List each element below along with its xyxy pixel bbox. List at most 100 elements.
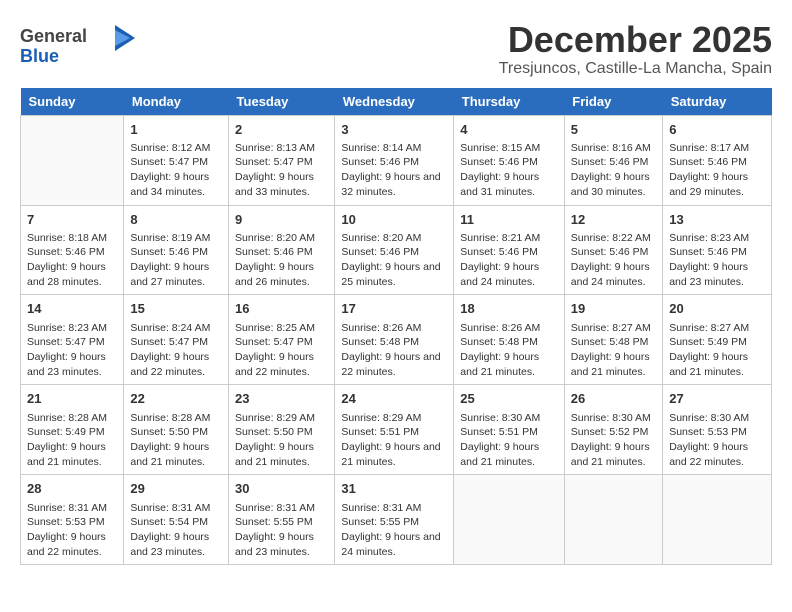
day-number: 26 [571, 390, 656, 408]
day-number: 27 [669, 390, 765, 408]
week-row-2: 7Sunrise: 8:18 AMSunset: 5:46 PMDaylight… [21, 205, 772, 295]
day-cell: 24Sunrise: 8:29 AMSunset: 5:51 PMDayligh… [335, 385, 454, 475]
day-info: Sunrise: 8:28 AMSunset: 5:49 PMDaylight:… [27, 411, 117, 470]
day-number: 31 [341, 480, 447, 498]
day-cell: 22Sunrise: 8:28 AMSunset: 5:50 PMDayligh… [124, 385, 229, 475]
day-cell: 2 Sunrise: 8:13 AMSunset: 5:47 PMDaylight… [229, 115, 335, 205]
day-cell: 10Sunrise: 8:20 AMSunset: 5:46 PMDayligh… [335, 205, 454, 295]
day-info: Sunrise: 8:31 AMSunset: 5:54 PMDaylight:… [130, 501, 222, 560]
day-cell: 11 Sunrise: 8:21 AMSunset: 5:46 PMDayligh… [454, 205, 565, 295]
day-cell: 25 Sunrise: 8:30 AMSunset: 5:51 PMDayligh… [454, 385, 565, 475]
day-cell: 13Sunrise: 8:23 AMSunset: 5:46 PMDayligh… [663, 205, 772, 295]
day-number: 8 [130, 211, 222, 229]
day-info: Sunrise: 8:30 AMSunset: 5:52 PMDaylight:… [571, 411, 656, 470]
col-monday: Monday [124, 88, 229, 116]
day-cell: 4 Sunrise: 8:15 AMSunset: 5:46 PMDaylight… [454, 115, 565, 205]
day-cell: 1 Sunrise: 8:12 AMSunset: 5:47 PMDaylight… [124, 115, 229, 205]
col-friday: Friday [564, 88, 662, 116]
day-info: Sunrise: 8:12 AMSunset: 5:47 PMDaylight:… [130, 141, 222, 200]
day-cell: 30Sunrise: 8:31 AMSunset: 5:55 PMDayligh… [229, 475, 335, 565]
day-number: 21 [27, 390, 117, 408]
day-info: Sunrise: 8:29 AMSunset: 5:50 PMDaylight:… [235, 411, 328, 470]
day-number: 17 [341, 300, 447, 318]
day-info: Sunrise: 8:29 AMSunset: 5:51 PMDaylight:… [341, 411, 447, 470]
day-info: Sunrise: 8:27 AMSunset: 5:48 PMDaylight:… [571, 321, 656, 380]
col-tuesday: Tuesday [229, 88, 335, 116]
day-cell: 28 Sunrise: 8:31 AMSunset: 5:53 PMDayligh… [21, 475, 124, 565]
day-cell: 7Sunrise: 8:18 AMSunset: 5:46 PMDaylight… [21, 205, 124, 295]
week-row-3: 14Sunrise: 8:23 AMSunset: 5:47 PMDayligh… [21, 295, 772, 385]
day-number: 15 [130, 300, 222, 318]
day-number: 30 [235, 480, 328, 498]
day-cell [663, 475, 772, 565]
calendar-table: Sunday Monday Tuesday Wednesday Thursday… [20, 88, 772, 566]
day-number: 19 [571, 300, 656, 318]
day-info: Sunrise: 8:21 AMSunset: 5:46 PMDaylight:… [460, 231, 558, 290]
day-info: Sunrise: 8:30 AMSunset: 5:53 PMDaylight:… [669, 411, 765, 470]
day-cell: 18Sunrise: 8:26 AMSunset: 5:48 PMDayligh… [454, 295, 565, 385]
day-number: 1 [130, 121, 222, 139]
day-number: 6 [669, 121, 765, 139]
week-row-4: 21 Sunrise: 8:28 AMSunset: 5:49 PMDayligh… [21, 385, 772, 475]
day-cell [21, 115, 124, 205]
day-info: Sunrise: 8:24 AMSunset: 5:47 PMDaylight:… [130, 321, 222, 380]
page-header: General Blue December 2025 Tresjuncos, C… [20, 20, 772, 78]
week-row-1: 1 Sunrise: 8:12 AMSunset: 5:47 PMDaylight… [21, 115, 772, 205]
day-number: 20 [669, 300, 765, 318]
week-row-5: 28 Sunrise: 8:31 AMSunset: 5:53 PMDayligh… [21, 475, 772, 565]
day-cell: 20Sunrise: 8:27 AMSunset: 5:49 PMDayligh… [663, 295, 772, 385]
day-info: Sunrise: 8:20 AMSunset: 5:46 PMDaylight:… [235, 231, 328, 290]
col-saturday: Saturday [663, 88, 772, 116]
day-number: 10 [341, 211, 447, 229]
day-info: Sunrise: 8:15 AMSunset: 5:46 PMDaylight:… [460, 141, 558, 200]
day-cell: 9Sunrise: 8:20 AMSunset: 5:46 PMDaylight… [229, 205, 335, 295]
header-row: Sunday Monday Tuesday Wednesday Thursday… [21, 88, 772, 116]
day-number: 11 [460, 211, 558, 229]
day-number: 25 [460, 390, 558, 408]
day-number: 22 [130, 390, 222, 408]
title-section: December 2025 Tresjuncos, Castille-La Ma… [499, 20, 772, 78]
day-number: 12 [571, 211, 656, 229]
day-cell: 27 Sunrise: 8:30 AMSunset: 5:53 PMDayligh… [663, 385, 772, 475]
day-info: Sunrise: 8:23 AMSunset: 5:47 PMDaylight:… [27, 321, 117, 380]
day-number: 5 [571, 121, 656, 139]
day-cell: 23 Sunrise: 8:29 AMSunset: 5:50 PMDayligh… [229, 385, 335, 475]
day-info: Sunrise: 8:26 AMSunset: 5:48 PMDaylight:… [341, 321, 447, 380]
day-cell: 26 Sunrise: 8:30 AMSunset: 5:52 PMDayligh… [564, 385, 662, 475]
day-cell: 21 Sunrise: 8:28 AMSunset: 5:49 PMDayligh… [21, 385, 124, 475]
day-number: 16 [235, 300, 328, 318]
day-number: 29 [130, 480, 222, 498]
day-cell [564, 475, 662, 565]
day-info: Sunrise: 8:31 AMSunset: 5:53 PMDaylight:… [27, 501, 117, 560]
logo-icon: General Blue [20, 20, 140, 70]
day-cell: 17 Sunrise: 8:26 AMSunset: 5:48 PMDayligh… [335, 295, 454, 385]
day-info: Sunrise: 8:13 AMSunset: 5:47 PMDaylight:… [235, 141, 328, 200]
logo: General Blue [20, 20, 140, 70]
day-number: 28 [27, 480, 117, 498]
day-number: 3 [341, 121, 447, 139]
day-info: Sunrise: 8:31 AMSunset: 5:55 PMDaylight:… [341, 501, 447, 560]
day-info: Sunrise: 8:25 AMSunset: 5:47 PMDaylight:… [235, 321, 328, 380]
day-cell [454, 475, 565, 565]
day-cell: 6Sunrise: 8:17 AMSunset: 5:46 PMDaylight… [663, 115, 772, 205]
day-number: 2 [235, 121, 328, 139]
day-number: 7 [27, 211, 117, 229]
day-cell: 12 Sunrise: 8:22 AMSunset: 5:46 PMDayligh… [564, 205, 662, 295]
day-cell: 19 Sunrise: 8:27 AMSunset: 5:48 PMDayligh… [564, 295, 662, 385]
day-cell: 14Sunrise: 8:23 AMSunset: 5:47 PMDayligh… [21, 295, 124, 385]
col-thursday: Thursday [454, 88, 565, 116]
day-cell: 5Sunrise: 8:16 AMSunset: 5:46 PMDaylight… [564, 115, 662, 205]
day-info: Sunrise: 8:14 AMSunset: 5:46 PMDaylight:… [341, 141, 447, 200]
svg-text:Blue: Blue [20, 46, 59, 66]
day-number: 4 [460, 121, 558, 139]
day-info: Sunrise: 8:19 AMSunset: 5:46 PMDaylight:… [130, 231, 222, 290]
month-title: December 2025 [499, 20, 772, 60]
day-number: 23 [235, 390, 328, 408]
svg-text:General: General [20, 26, 87, 46]
day-cell: 29 Sunrise: 8:31 AMSunset: 5:54 PMDayligh… [124, 475, 229, 565]
day-cell: 31 Sunrise: 8:31 AMSunset: 5:55 PMDayligh… [335, 475, 454, 565]
day-info: Sunrise: 8:22 AMSunset: 5:46 PMDaylight:… [571, 231, 656, 290]
day-info: Sunrise: 8:30 AMSunset: 5:51 PMDaylight:… [460, 411, 558, 470]
day-cell: 15 Sunrise: 8:24 AMSunset: 5:47 PMDayligh… [124, 295, 229, 385]
col-sunday: Sunday [21, 88, 124, 116]
